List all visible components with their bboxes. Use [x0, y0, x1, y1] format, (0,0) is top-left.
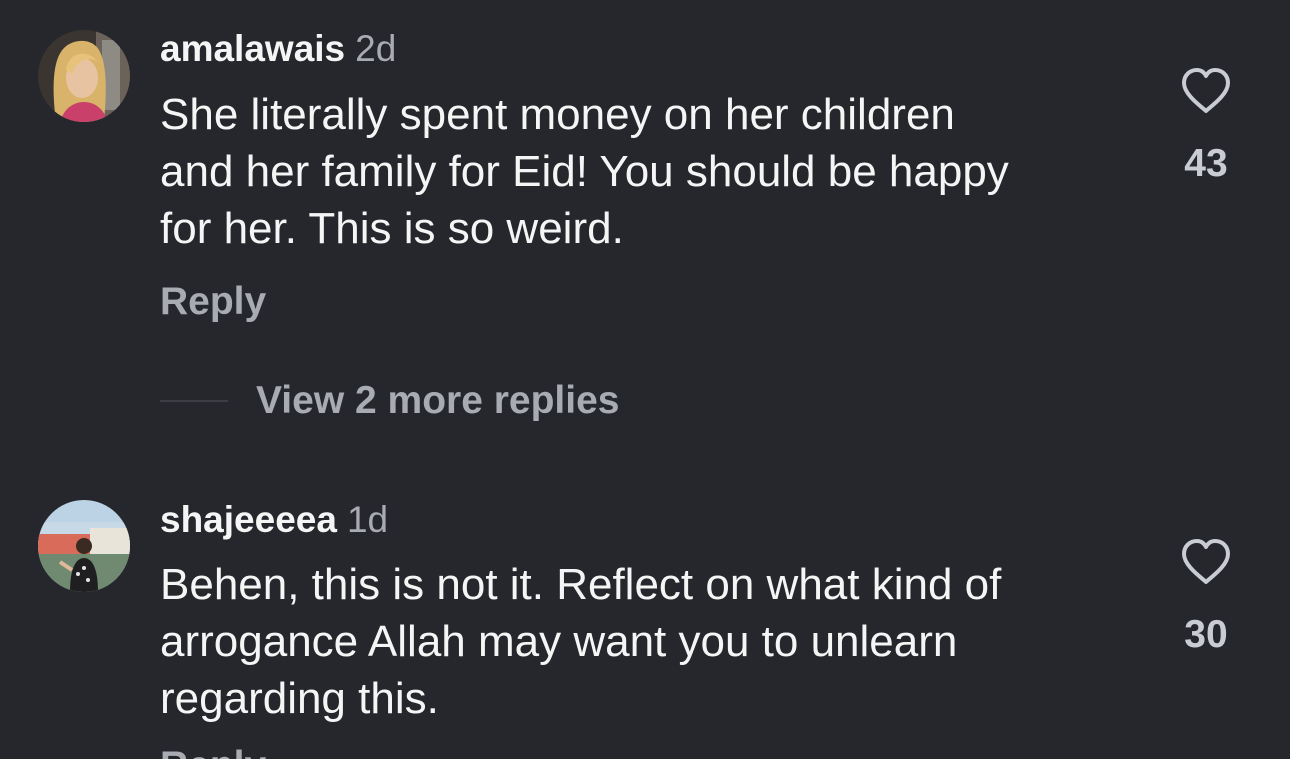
heart-outline-icon[interactable] — [1180, 67, 1232, 115]
comment-line: She literally spent money on her childre… — [160, 90, 955, 139]
timestamp: 1d — [346, 499, 389, 540]
avatar[interactable] — [38, 500, 130, 592]
avatar[interactable] — [38, 30, 130, 122]
username[interactable]: shajeeeea — [160, 499, 337, 540]
comment-line: and her family for Eid! You should be ha… — [160, 147, 1009, 196]
avatar-image — [38, 30, 130, 122]
comment-line: for her. This is so weird. — [160, 204, 624, 253]
divider-line — [160, 400, 228, 402]
reply-button[interactable]: Reply — [160, 280, 266, 324]
like-count: 43 — [1184, 142, 1228, 185]
comment-line: Behen, this is not it. Reflect on what k… — [160, 560, 1002, 609]
view-more-replies-label[interactable]: View 2 more replies — [256, 379, 619, 423]
comment-line: arrogance Allah may want you to unlearn — [160, 617, 958, 666]
timestamp: 2d — [355, 28, 397, 69]
reply-button[interactable]: Reply — [160, 744, 266, 759]
username[interactable]: amalawais — [160, 28, 345, 69]
avatar-image — [38, 500, 130, 592]
comment-header: shajeeeea 1d — [160, 498, 388, 542]
like-count: 30 — [1184, 613, 1228, 656]
heart-outline-icon[interactable] — [1180, 538, 1232, 586]
view-more-replies[interactable]: View 2 more replies — [160, 376, 619, 426]
comments-list: amalawais 2d She literally spent money on… — [0, 0, 1290, 759]
comment-header: amalawais 2d — [160, 27, 396, 71]
comment-line: regarding this. — [160, 674, 439, 723]
comment-text: Behen, this is not it. Reflect on what k… — [160, 556, 1140, 727]
comment-text: She literally spent money on her childre… — [160, 86, 1140, 257]
